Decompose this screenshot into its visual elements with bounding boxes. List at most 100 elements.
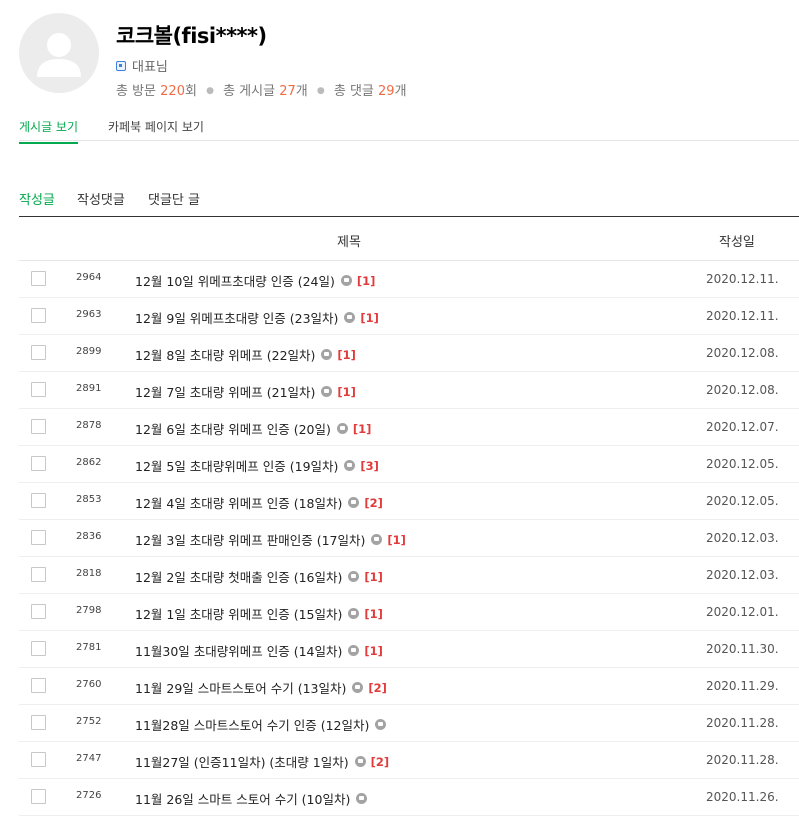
post-date: 2020.11.28. [706,753,779,767]
comment-count[interactable]: [2] [368,681,387,695]
post-date: 2020.12.05. [706,457,779,471]
comment-count[interactable]: [1] [364,607,383,621]
post-number: 2853 [76,494,102,505]
visits-count: 220 [160,84,185,99]
post-title-cell: 12월 2일 초대량 첫매출 인증 (16일차) [1] [135,567,383,586]
image-attached-icon [348,571,360,582]
comments-label: 총 댓글 [333,84,374,99]
post-title-cell: 11월28일 스마트스토어 수기 인증 (12일차) [135,715,387,734]
post-title-cell: 11월 29일 스마트스토어 수기 (13일차) [2] [135,678,387,697]
separator-dot: ● [206,86,214,96]
post-title-link[interactable]: 12월 1일 초대량 위메프 인증 (15일차) [135,604,342,623]
post-title-link[interactable]: 12월 7일 초대량 위메프 (21일차) [135,382,315,401]
table-row: 2836 12월 3일 초대량 위메프 판매인증 (17일차) [1] 2020.12… [19,520,799,557]
post-title-link[interactable]: 12월 9일 위메프초대량 인증 (23일차) [135,308,338,327]
table-row: 2726 11월 26일 스마트 스토어 수기 (10일차) 2020.11.26. [19,779,799,816]
post-date: 2020.12.11. [706,272,779,286]
post-number: 2862 [76,457,102,468]
subtab-my-comments[interactable]: 작성댓글 [77,189,125,208]
post-number: 2747 [76,753,102,764]
row-checkbox[interactable] [31,752,46,767]
post-title-link[interactable]: 12월 3일 초대량 위메프 판매인증 (17일차) [135,530,365,549]
post-title-cell: 11월27일 (인증11일차) (초대량 1일차) [2] [135,752,389,771]
post-title-link[interactable]: 11월30일 초대량위메프 인증 (14일차) [135,641,342,660]
post-title-link[interactable]: 11월28일 스마트스토어 수기 인증 (12일차) [135,715,369,734]
row-checkbox[interactable] [31,789,46,804]
default-user-icon [37,33,81,77]
post-number: 2726 [76,790,102,801]
row-checkbox[interactable] [31,530,46,545]
post-title-link[interactable]: 12월 4일 초대량 위메프 인증 (18일차) [135,493,342,512]
posts-count: 27 [279,84,296,99]
post-title-cell: 12월 7일 초대량 위메프 (21일차) [1] [135,382,356,401]
post-title-link[interactable]: 12월 6일 초대량 위메프 인증 (20일) [135,419,331,438]
subtab-my-posts[interactable]: 작성글 [19,189,55,208]
row-checkbox[interactable] [31,345,46,360]
comment-count[interactable]: [1] [337,348,356,362]
post-date: 2020.12.08. [706,346,779,360]
row-checkbox[interactable] [31,419,46,434]
comment-count[interactable]: [1] [353,422,372,436]
member-stats: 총 방문 220회 ● 총 게시글 27개 ● 총 댓글 29개 [116,80,407,99]
comment-count[interactable]: [2] [371,755,390,769]
image-attached-icon [348,497,360,508]
table-row: 2899 12월 8일 초대량 위메프 (22일차) [1] 2020.12.08. [19,335,799,372]
post-date: 2020.12.03. [706,568,779,582]
visits-unit: 회 [184,84,197,99]
subtab-commented-posts[interactable]: 댓글단 글 [148,189,200,208]
post-date: 2020.12.01. [706,605,779,619]
post-date: 2020.12.03. [706,531,779,545]
profile-tabs: 게시글 보기 카페북 페이지 보기 [19,118,799,144]
avatar[interactable] [19,13,99,93]
post-title-cell: 12월 4일 초대량 위메프 인증 (18일차) [2] [135,493,383,512]
post-title-link[interactable]: 12월 8일 초대량 위메프 (22일차) [135,345,315,364]
table-row: 2853 12월 4일 초대량 위메프 인증 (18일차) [2] 2020.12.0… [19,483,799,520]
post-number: 2878 [76,420,102,431]
post-title-link[interactable]: 12월 5일 초대량위메프 인증 (19일차) [135,456,338,475]
post-date: 2020.12.05. [706,494,779,508]
row-checkbox[interactable] [31,493,46,508]
table-row: 2878 12월 6일 초대량 위메프 인증 (20일) [1] 2020.12.07… [19,409,799,446]
table-row: 2862 12월 5일 초대량위메프 인증 (19일차) [3] 2020.12.05… [19,446,799,483]
post-title-cell: 12월 3일 초대량 위메프 판매인증 (17일차) [1] [135,530,406,549]
post-number: 2836 [76,531,102,542]
rank-icon [116,60,126,71]
post-title-link[interactable]: 11월 26일 스마트 스토어 수기 (10일차) [135,789,350,808]
image-attached-icon [352,682,364,693]
comment-count[interactable]: [1] [364,644,383,658]
post-number: 2818 [76,568,102,579]
comment-count[interactable]: [1] [387,533,406,547]
post-title-link[interactable]: 12월 2일 초대량 첫매출 인증 (16일차) [135,567,342,586]
post-title-cell: 12월 5일 초대량위메프 인증 (19일차) [3] [135,456,379,475]
post-title-link[interactable]: 11월27일 (인증11일차) (초대량 1일차) [135,752,349,771]
post-title-link[interactable]: 12월 10일 위메프초대량 인증 (24일) [135,271,335,290]
image-attached-icon [344,460,356,471]
column-title: 제목 [337,235,361,250]
row-checkbox[interactable] [31,715,46,730]
post-date: 2020.12.11. [706,309,779,323]
comment-count[interactable]: [2] [364,496,383,510]
row-checkbox[interactable] [31,456,46,471]
row-checkbox[interactable] [31,271,46,286]
row-checkbox[interactable] [31,308,46,323]
row-checkbox[interactable] [31,678,46,693]
row-checkbox[interactable] [31,567,46,582]
comment-count[interactable]: [1] [360,311,379,325]
tab-cafebook[interactable]: 카페북 페이지 보기 [108,118,204,142]
image-attached-icon [344,312,356,323]
table-row: 2964 12월 10일 위메프초대량 인증 (24일) [1] 2020.12.11… [19,261,799,298]
post-title-cell: 12월 9일 위메프초대량 인증 (23일차) [1] [135,308,379,327]
comment-count[interactable]: [1] [337,385,356,399]
comment-count[interactable]: [1] [357,274,376,288]
comment-count[interactable]: [3] [360,459,379,473]
row-checkbox[interactable] [31,641,46,656]
image-attached-icon [348,608,360,619]
post-title-link[interactable]: 11월 29일 스마트스토어 수기 (13일차) [135,678,346,697]
post-title-cell: 12월 6일 초대량 위메프 인증 (20일) [1] [135,419,371,438]
tab-posts[interactable]: 게시글 보기 [19,118,79,144]
post-number: 2781 [76,642,102,653]
comment-count[interactable]: [1] [364,570,383,584]
posts-label: 총 게시글 [223,84,276,99]
row-checkbox[interactable] [31,382,46,397]
row-checkbox[interactable] [31,604,46,619]
